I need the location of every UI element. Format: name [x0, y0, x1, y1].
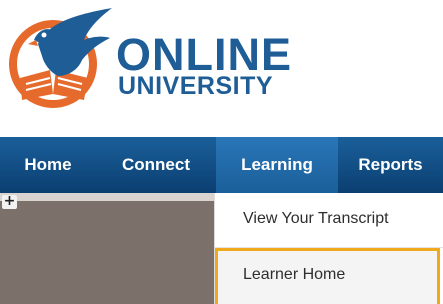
site-header: ONLINE UNIVERSITY — [0, 0, 443, 137]
nav-item-home[interactable]: Home — [0, 137, 96, 193]
nav-item-learning[interactable]: Learning — [216, 137, 338, 193]
main-nav: Home Connect Learning Reports — [0, 137, 443, 193]
brand-name-line1: ONLINE — [116, 29, 293, 80]
learning-dropdown-menu: View Your Transcript Learner Home — [214, 193, 443, 304]
nav-item-reports[interactable]: Reports — [338, 137, 443, 193]
menu-item-label: View Your Transcript — [243, 210, 389, 227]
nav-item-connect[interactable]: Connect — [96, 137, 216, 193]
menu-item-learner-home[interactable]: Learner Home — [215, 248, 440, 304]
menu-item-label: Learner Home — [243, 266, 346, 283]
menu-item-view-transcript[interactable]: View Your Transcript — [215, 193, 443, 247]
eagle-logo-icon[interactable] — [8, 4, 120, 114]
brand-name-line2: UNIVERSITY — [118, 72, 274, 100]
plus-icon[interactable]: + — [2, 194, 17, 209]
